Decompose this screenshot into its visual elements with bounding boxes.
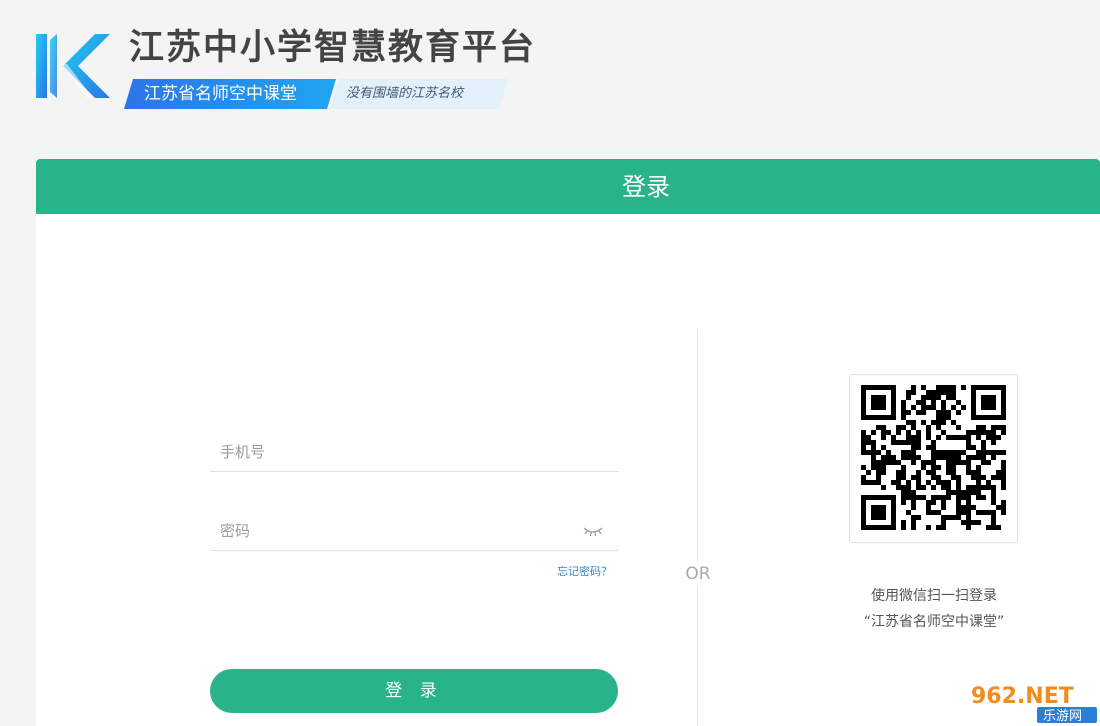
slogan-banner: 没有围墙的江苏名校: [330, 79, 508, 109]
login-panel: 登录 手机号 密码 忘记密码？ 登 录 OR 使用微信扫一扫登录 “江苏省名师空…: [36, 159, 1100, 726]
site-header: 江苏中小学智慧教育平台 江苏省名师空中课堂 没有围墙的江苏名校: [0, 0, 1100, 140]
qr-instruction: 使用微信扫一扫登录: [871, 588, 997, 604]
forgot-password-link[interactable]: 忘记密码？: [557, 565, 612, 579]
login-title: 登录: [622, 173, 670, 201]
password-field[interactable]: 密码: [210, 511, 619, 551]
login-button[interactable]: 登 录: [210, 669, 618, 713]
or-label: OR: [683, 561, 713, 587]
qr-code-icon: [861, 385, 1006, 530]
login-panel-header: 登录: [36, 159, 1100, 214]
watermark-subtext: 乐游网: [1043, 709, 1082, 724]
qr-code-box: [849, 374, 1018, 543]
k-logo-icon: [36, 34, 110, 98]
phone-field[interactable]: 手机号: [210, 432, 619, 472]
vertical-divider: [697, 329, 698, 726]
eye-closed-icon[interactable]: [583, 525, 603, 537]
watermark-text: 962.NET: [971, 684, 1074, 709]
watermark-logo: 962.NET 乐游网: [963, 677, 1100, 726]
qr-account-name: “江苏省名师空中课堂”: [863, 614, 1005, 630]
platform-badge: 江苏省名师空中课堂: [124, 79, 336, 109]
slogan-text: 没有围墙的江苏名校: [346, 86, 464, 101]
phone-placeholder: 手机号: [220, 443, 266, 461]
password-placeholder: 密码: [220, 522, 251, 540]
platform-badge-label: 江苏省名师空中课堂: [144, 84, 297, 104]
site-title: 江苏中小学智慧教育平台: [129, 28, 537, 68]
